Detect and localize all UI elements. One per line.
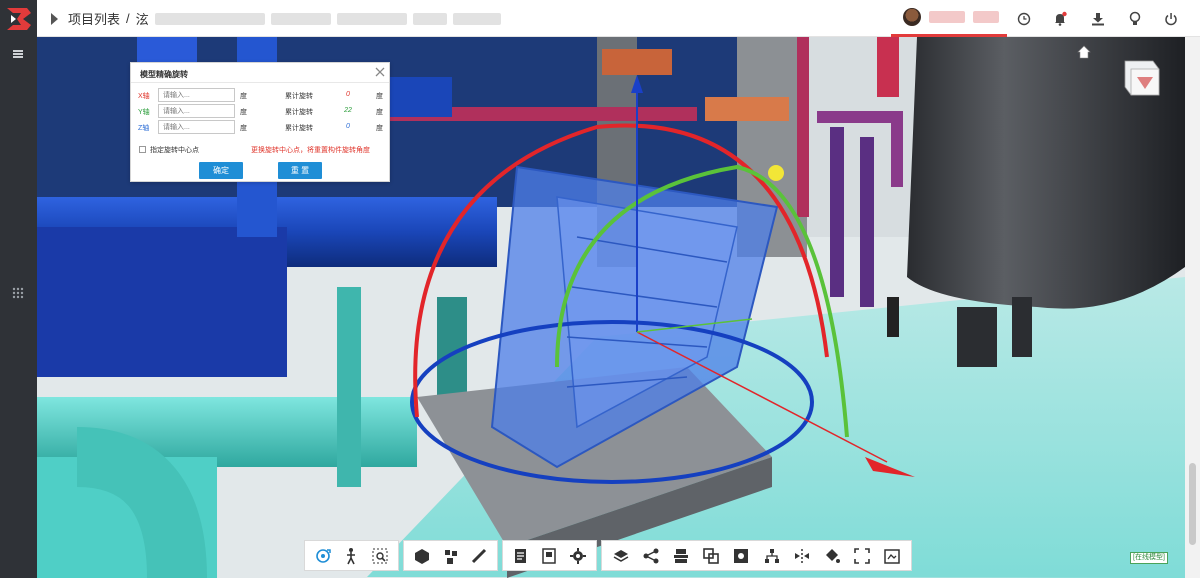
share-icon[interactable] [640,545,662,567]
redacted-text [412,12,447,25]
y-accum-unit: 度 [376,109,383,116]
z-axis-row: Z轴 度 累计旋转 0 度 [131,120,389,134]
power-icon[interactable] [1161,9,1181,29]
z-accum-value: 0 [346,123,350,130]
breadcrumb: 项目列表 / 泫 [51,0,501,37]
reset-button[interactable]: 重 置 [278,162,322,179]
x-unit: 度 [240,93,247,100]
x-accum-label: 累计旋转 [285,93,313,100]
grid-dots-icon[interactable] [5,283,31,303]
x-angle-input[interactable] [158,88,235,102]
dialog-divider [131,82,389,83]
zoom-box-icon[interactable] [369,545,391,567]
z-angle-input[interactable] [158,120,235,134]
tree-icon[interactable] [761,545,783,567]
split-icon[interactable] [791,545,813,567]
x-accum-unit: 度 [376,93,383,100]
toolbar-group-tools [601,540,912,571]
measure-icon[interactable] [468,545,490,567]
info-icon[interactable] [538,545,560,567]
properties-icon[interactable] [510,545,532,567]
online-model-badge: [在线模型] [1130,552,1168,564]
y-axis-label: Y轴 [138,109,150,116]
z-accum-unit: 度 [376,125,383,132]
toolbar-group-model [403,540,498,571]
user-menu[interactable] [891,0,1007,37]
breadcrumb-current: 泫 [135,12,149,27]
toolbar-group-navigation [304,540,399,571]
z-unit: 度 [240,125,247,132]
model-rotation-dialog: 模型精确旋转 X轴 度 累计旋转 0 度 Y轴 度 累计旋转 22 度 Z轴 度… [130,62,390,182]
y-unit: 度 [240,109,247,116]
walk-icon[interactable] [340,545,362,567]
confirm-button[interactable]: 确定 [199,162,243,179]
breadcrumb-separator: / [126,11,130,26]
redacted-username [929,11,965,23]
y-accum-label: 累计旋转 [285,109,313,116]
stack-icon[interactable] [670,545,692,567]
y-axis-row: Y轴 度 累计旋转 22 度 [131,104,389,118]
center-point-warning: 更换旋转中心点，将重置构件旋转角度 [251,147,370,154]
avatar [903,8,921,26]
redacted-text [336,12,407,25]
dialog-title: 模型精确旋转 [140,70,188,79]
toolbar-group-info [502,540,597,571]
download-icon[interactable] [1088,9,1108,29]
z-accum-label: 累计旋转 [285,125,313,132]
viewcube-icon[interactable] [1115,55,1163,103]
left-rail [0,0,37,578]
center-point-checkbox[interactable] [139,146,146,153]
component-icon[interactable] [411,545,433,567]
top-bar: 项目列表 / 泫 [37,0,1200,37]
y-accum-value: 22 [344,107,352,114]
center-point-label: 指定旋转中心点 [150,147,199,154]
bimface-logo-icon[interactable] [4,6,33,32]
section-box-icon[interactable] [700,545,722,567]
orbit-icon[interactable] [312,545,334,567]
x-axis-label: X轴 [138,93,150,100]
breadcrumb-root[interactable]: 项目列表 [68,9,120,28]
redacted-text [270,12,331,25]
viewport-scrollbar[interactable] [1185,37,1200,578]
snapshot-icon[interactable] [881,545,903,567]
z-axis-label: Z轴 [138,125,150,132]
close-icon[interactable] [374,66,386,78]
redacted-text [452,12,501,25]
bell-icon[interactable] [1050,9,1070,29]
home-icon[interactable] [1077,45,1091,59]
redacted-text [154,12,265,25]
x-axis-row: X轴 度 累计旋转 0 度 [131,88,389,102]
isolate-icon[interactable] [730,545,752,567]
fullscreen-icon[interactable] [851,545,873,567]
explode-icon[interactable] [439,545,461,567]
y-angle-input[interactable] [158,104,235,118]
paint-icon[interactable] [821,545,843,567]
lightbulb-icon[interactable] [1125,9,1145,29]
layers-icon[interactable] [610,545,632,567]
x-accum-value: 0 [346,91,350,98]
clock-icon[interactable] [1014,9,1034,29]
settings-icon[interactable] [567,545,589,567]
menu-icon[interactable] [5,44,31,64]
scrollbar-thumb[interactable] [1189,463,1196,545]
collapse-triangle-icon[interactable] [51,12,58,25]
redacted-username [973,11,999,23]
